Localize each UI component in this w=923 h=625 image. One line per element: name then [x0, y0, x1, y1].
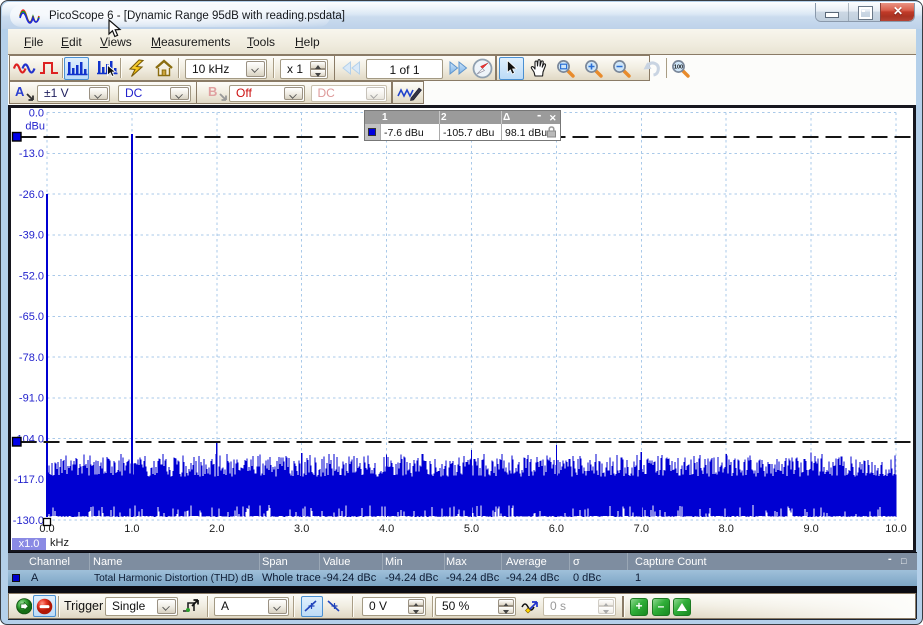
- svg-text:-39.0: -39.0: [19, 230, 44, 242]
- svg-text:5.0: 5.0: [464, 523, 479, 535]
- svg-text:9.0: 9.0: [803, 523, 818, 535]
- svg-text:-52.0: -52.0: [19, 270, 44, 282]
- svg-text:6.0: 6.0: [549, 523, 564, 535]
- svg-text:-91.0: -91.0: [19, 393, 44, 405]
- svg-text:2.0: 2.0: [209, 523, 224, 535]
- svg-text:1.0: 1.0: [124, 523, 139, 535]
- svg-text:dBu: dBu: [25, 121, 45, 133]
- svg-text:0.0: 0.0: [29, 107, 44, 119]
- svg-text:4.0: 4.0: [379, 523, 394, 535]
- svg-text:3.0: 3.0: [294, 523, 309, 535]
- svg-text:-78.0: -78.0: [19, 352, 44, 364]
- svg-text:-65.0: -65.0: [19, 311, 44, 323]
- svg-text:7.0: 7.0: [634, 523, 649, 535]
- svg-text:-26.0: -26.0: [19, 189, 44, 201]
- svg-text:-117.0: -117.0: [14, 474, 44, 486]
- svg-text:8.0: 8.0: [719, 523, 734, 535]
- svg-text:-13.0: -13.0: [19, 148, 44, 160]
- svg-text:10.0: 10.0: [885, 523, 906, 535]
